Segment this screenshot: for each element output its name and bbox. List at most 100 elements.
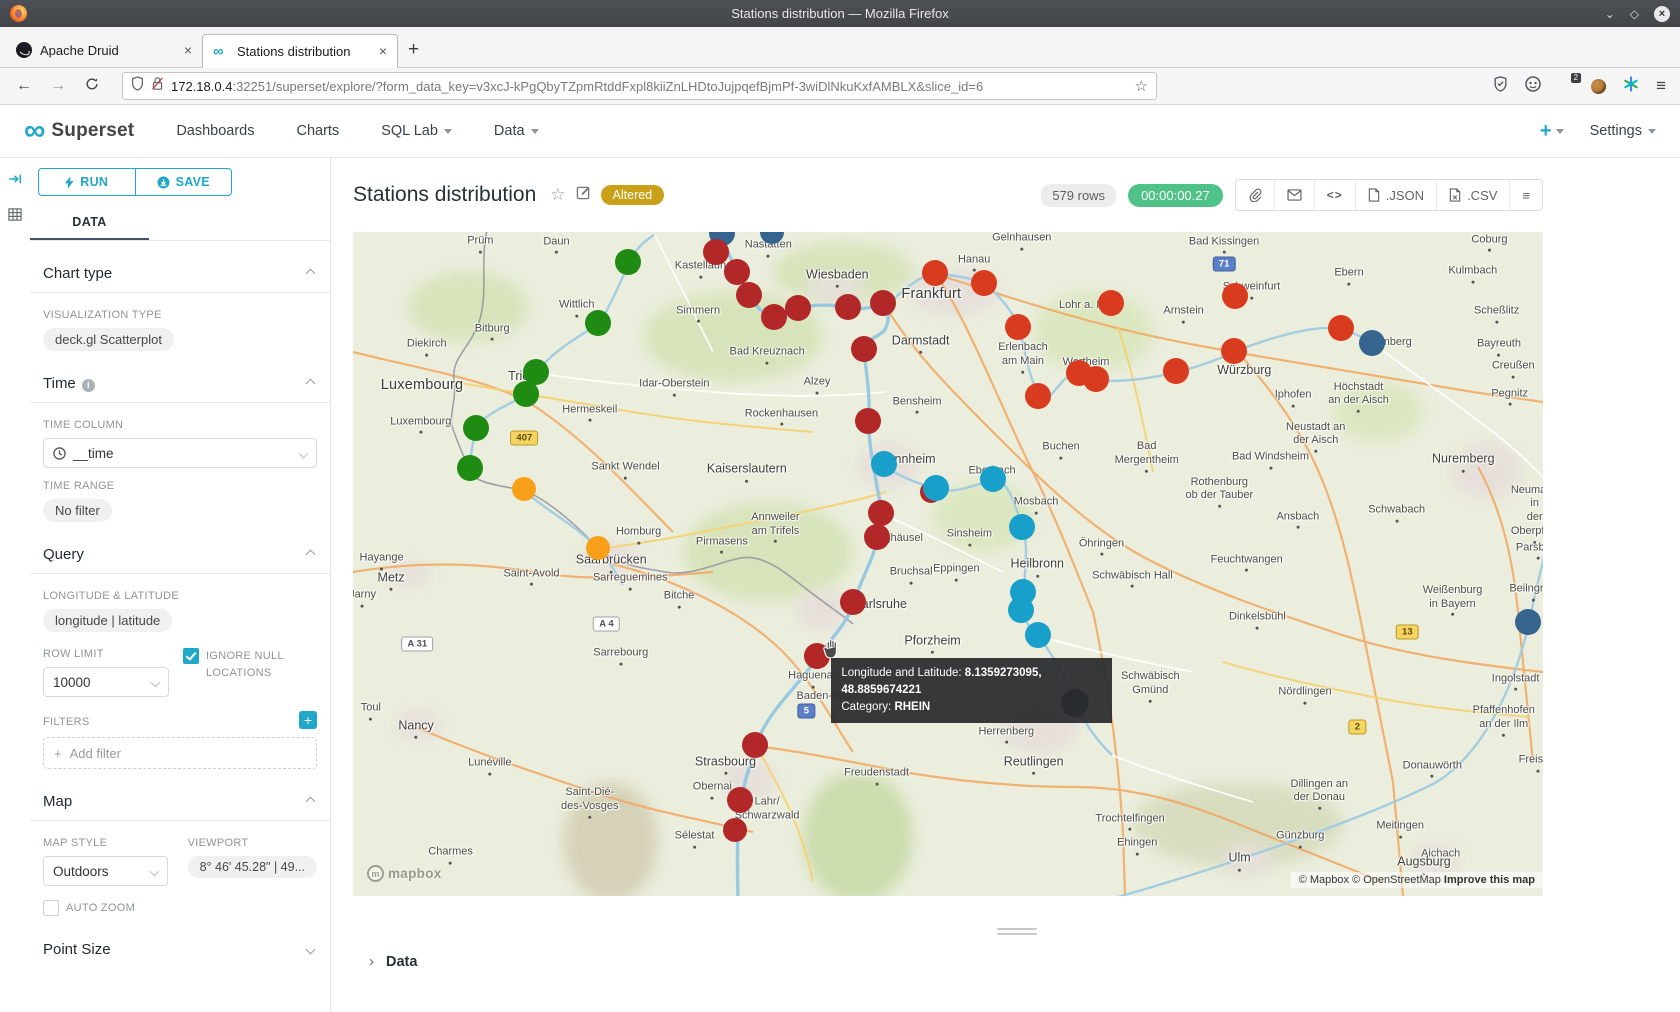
tab-stations-distribution[interactable]: ∞ Stations distribution × — [202, 34, 398, 68]
export-json-button[interactable]: .JSON — [1355, 180, 1436, 210]
time-column-select[interactable]: __time — [43, 438, 317, 468]
share-link-button[interactable] — [1236, 180, 1274, 210]
close-icon[interactable]: × — [1654, 6, 1670, 22]
browser-menu-icon[interactable]: ≡ — [1656, 76, 1666, 96]
row-limit-select[interactable]: 10000 — [43, 667, 169, 697]
extension-shield-icon[interactable] — [1493, 76, 1508, 97]
email-button[interactable] — [1274, 180, 1314, 210]
forward-button[interactable]: → — [44, 77, 72, 95]
map-point[interactable] — [922, 260, 948, 286]
maximize-icon[interactable]: ◇ — [1630, 8, 1639, 20]
map-point[interactable] — [586, 536, 610, 560]
dataset-grid-icon[interactable] — [7, 207, 23, 227]
favorite-star-icon[interactable]: ☆ — [550, 185, 565, 205]
superset-logo[interactable]: ∞ Superset — [24, 119, 134, 143]
improve-map-link[interactable]: Improve this map — [1444, 874, 1535, 886]
map-point[interactable] — [835, 294, 861, 320]
map-point[interactable] — [1515, 609, 1541, 635]
viewport-value[interactable]: 8° 46' 45.28" | 49... — [188, 856, 317, 878]
tab-close-icon[interactable]: × — [184, 42, 192, 58]
map-point[interactable] — [1359, 330, 1385, 356]
nav-item-sql-lab[interactable]: SQL Lab — [381, 123, 452, 139]
export-csv-button[interactable]: .CSV — [1436, 180, 1509, 210]
tab-apache-druid[interactable]: Apache Druid × — [6, 33, 202, 67]
map-point[interactable] — [864, 524, 890, 550]
section-query[interactable]: Query — [43, 546, 317, 563]
map-point[interactable] — [1005, 314, 1031, 340]
run-button[interactable]: RUN — [38, 168, 135, 196]
lonlat-value[interactable]: longitude | latitude — [43, 609, 172, 632]
nav-item-data[interactable]: Data — [494, 123, 539, 139]
map-point[interactable] — [723, 818, 747, 842]
colorful-extension-icon[interactable] — [1623, 76, 1639, 97]
map-point[interactable] — [871, 451, 897, 477]
attribution-mapbox[interactable]: © Mapbox — [1299, 874, 1349, 886]
map-point[interactable] — [703, 239, 729, 265]
panel-resize-handle[interactable] — [997, 928, 1037, 935]
mapbox-logo[interactable]: m mapbox — [367, 865, 442, 882]
map-point[interactable] — [1083, 366, 1109, 392]
map-point[interactable] — [1222, 283, 1248, 309]
bookmark-star-icon[interactable]: ☆ — [1135, 77, 1148, 95]
map-point[interactable] — [457, 455, 483, 481]
section-time[interactable]: Timei — [43, 375, 317, 392]
extension-mask-icon[interactable] — [1525, 76, 1541, 97]
map-point[interactable] — [923, 475, 949, 501]
back-button[interactable]: ← — [10, 77, 38, 95]
edit-properties-icon[interactable] — [576, 185, 591, 205]
map-point[interactable] — [742, 732, 768, 758]
map-point[interactable] — [840, 589, 866, 615]
reload-button[interactable] — [78, 77, 106, 96]
map-point[interactable] — [727, 787, 753, 813]
data-results-expander[interactable]: › Data — [353, 953, 1680, 970]
map-point[interactable] — [851, 336, 877, 362]
map-point[interactable] — [1328, 315, 1354, 341]
map-point[interactable] — [1009, 514, 1035, 540]
map-point[interactable] — [971, 270, 997, 296]
new-tab-button[interactable]: + — [408, 39, 419, 61]
save-button[interactable]: SAVE — [135, 168, 233, 196]
map-point[interactable] — [1025, 383, 1051, 409]
view-query-button[interactable]: <> — [1314, 180, 1355, 210]
map-point[interactable] — [512, 477, 536, 501]
tab-close-icon[interactable]: × — [379, 43, 387, 59]
auto-zoom-checkbox[interactable] — [43, 900, 59, 916]
settings-menu[interactable]: Settings — [1590, 123, 1656, 139]
map-point[interactable] — [980, 466, 1006, 492]
section-chart-type[interactable]: Chart type — [43, 265, 317, 282]
section-map[interactable]: Map — [43, 793, 317, 810]
map-point[interactable] — [513, 381, 539, 407]
map-point[interactable] — [870, 290, 896, 316]
tracking-shield-icon[interactable] — [131, 76, 144, 96]
map-point[interactable] — [1163, 358, 1189, 384]
map-point[interactable] — [855, 408, 881, 434]
ublock-icon[interactable]: 2 — [1558, 77, 1574, 95]
url-bar[interactable]: 172.18.0.4:32251/superset/explore/?form_… — [122, 72, 1157, 100]
map-point[interactable] — [1221, 338, 1247, 364]
map-point[interactable] — [463, 415, 489, 441]
add-filter-button[interactable]: + — [299, 711, 317, 729]
insecure-lock-icon[interactable] — [151, 76, 164, 96]
nav-item-dashboards[interactable]: Dashboards — [176, 123, 254, 139]
map-point[interactable] — [736, 282, 762, 308]
attribution-osm[interactable]: © OpenStreetMap — [1352, 874, 1441, 886]
time-range-value[interactable]: No filter — [43, 499, 112, 522]
new-chart-button[interactable]: + — [1540, 120, 1564, 143]
map-point[interactable] — [615, 249, 641, 275]
nav-item-charts[interactable]: Charts — [297, 123, 340, 139]
map-point[interactable] — [1008, 597, 1034, 623]
expand-datasource-icon[interactable] — [8, 172, 23, 191]
map-point[interactable] — [585, 310, 611, 336]
map-point[interactable] — [761, 304, 787, 330]
section-point-size[interactable]: Point Size — [43, 941, 317, 958]
map-point[interactable] — [785, 295, 811, 321]
cookie-icon[interactable] — [1591, 79, 1606, 94]
map-style-select[interactable]: Outdoors — [43, 856, 168, 886]
ignore-null-checkbox[interactable] — [183, 648, 199, 664]
minimize-icon[interactable]: ⌄ — [1605, 8, 1615, 20]
deckgl-scatterplot-map[interactable]: PrümDaunNastättenGelnhausenBad Kissingen… — [353, 232, 1543, 896]
chart-menu-button[interactable]: ≡ — [1509, 180, 1542, 210]
map-point[interactable] — [724, 259, 750, 285]
add-filter-dropzone[interactable]: + Add filter — [43, 737, 317, 769]
map-point[interactable] — [868, 500, 894, 526]
